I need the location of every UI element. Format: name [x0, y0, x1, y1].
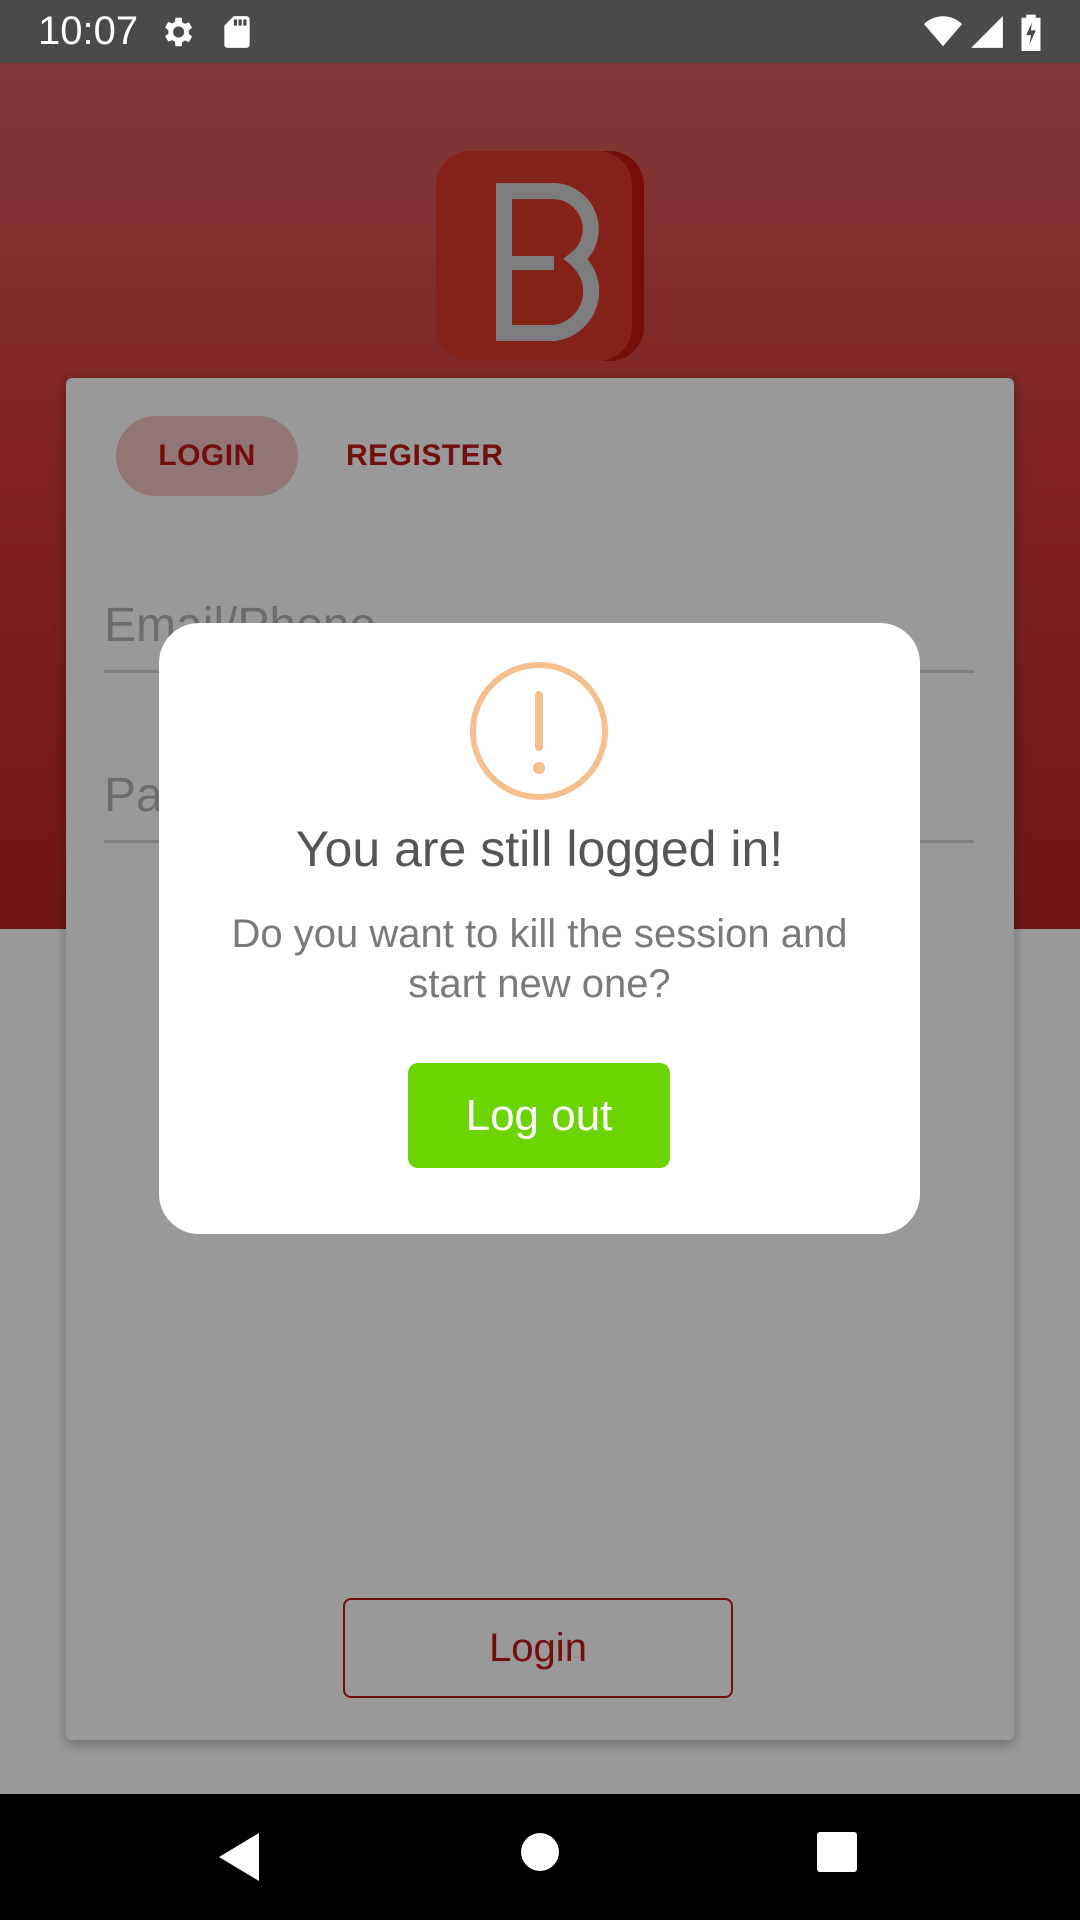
dialog-message: Do you want to kill the session and star… — [231, 912, 848, 1006]
status-time: 10:07 — [38, 9, 139, 53]
wifi-icon — [924, 16, 962, 47]
back-icon[interactable] — [215, 1829, 265, 1885]
warning-icon — [470, 662, 608, 800]
signal-icon — [971, 16, 1003, 48]
battery-icon — [1021, 14, 1041, 51]
sd-card-icon — [224, 16, 250, 48]
logged-in-dialog: You are still logged in! Do you want to … — [159, 623, 920, 1234]
status-bar: 10:07 — [0, 0, 1080, 63]
recents-icon[interactable] — [816, 1831, 858, 1873]
dialog-title: You are still logged in! — [295, 821, 784, 877]
logout-button[interactable]: Log out — [408, 1063, 670, 1168]
navigation-bar — [0, 1794, 1080, 1920]
settings-icon — [165, 17, 193, 47]
home-icon[interactable] — [519, 1831, 561, 1873]
